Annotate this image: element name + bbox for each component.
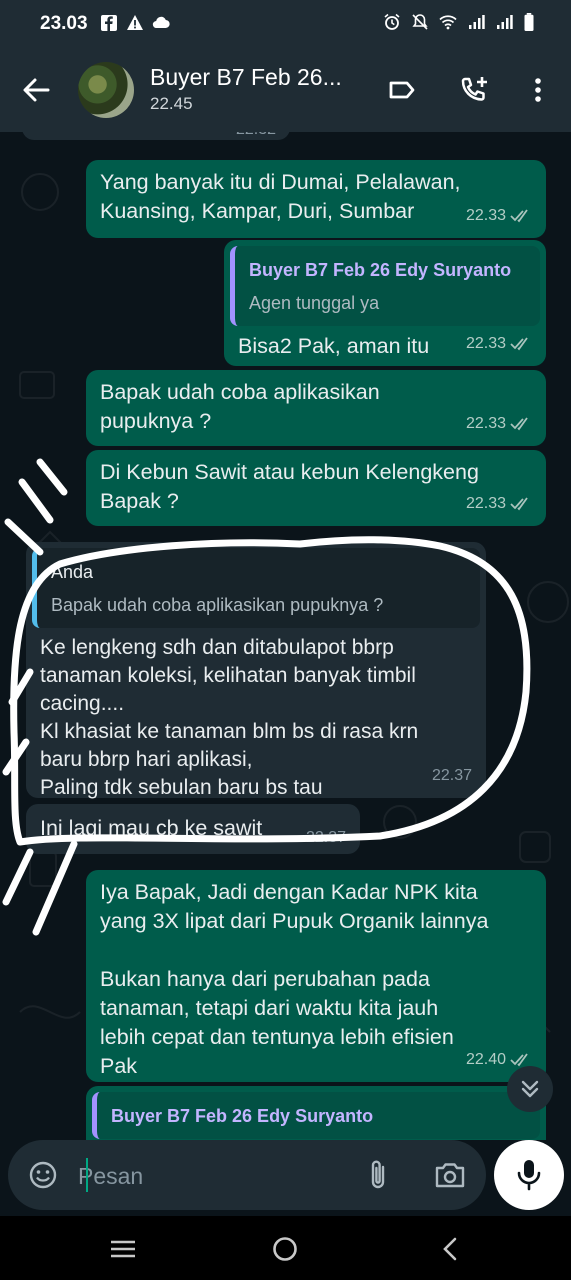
back-nav-icon[interactable] xyxy=(436,1234,466,1264)
recent-apps-icon[interactable] xyxy=(108,1234,138,1264)
double-check-icon xyxy=(510,496,528,510)
message-bubble[interactable]: Buyer B7 Feb 26 Edy Suryanto Agen tungga… xyxy=(224,240,546,366)
double-chevron-down-icon xyxy=(521,1080,539,1098)
message-time: 22.33 xyxy=(465,415,506,432)
chat-subtitle[interactable]: 22.45 xyxy=(150,94,193,114)
status-bar: 23.03 xyxy=(0,0,571,48)
composer-bar xyxy=(0,1140,571,1216)
quoted-text: Agen tunggal ya xyxy=(249,293,380,313)
warning-icon xyxy=(127,15,143,30)
camera-icon[interactable] xyxy=(434,1160,466,1190)
message-bubble[interactable]: Buyer B7 Feb 26 Edy Suryanto xyxy=(86,1086,546,1140)
message-bubble[interactable]: Di Kebun Sawit atau kebun Kelengkeng Bap… xyxy=(86,450,546,526)
message-time: 22.37 xyxy=(305,829,346,846)
message-input[interactable] xyxy=(78,1160,338,1192)
message-bubble[interactable]: Anda Bapak udah coba aplikasikan pupukny… xyxy=(26,542,486,799)
message-bubble[interactable]: Yang banyak itu di Dumai, Pelalawan, Kua… xyxy=(86,160,546,238)
message-time: 22.33 xyxy=(465,335,506,352)
text-caret xyxy=(86,1158,88,1192)
message-time: 22.33 xyxy=(465,207,506,224)
label-icon[interactable] xyxy=(386,74,418,106)
message-time: 22.40 xyxy=(465,1051,506,1068)
avatar[interactable] xyxy=(78,62,134,118)
mic-icon xyxy=(517,1160,541,1191)
quoted-message[interactable]: Anda Bapak udah coba aplikasikan pupukny… xyxy=(32,548,480,628)
quoted-message[interactable]: Buyer B7 Feb 26 Edy Suryanto xyxy=(92,1092,540,1139)
attach-icon[interactable] xyxy=(366,1158,390,1192)
message-time: 22.37 xyxy=(431,767,472,784)
message-bubble[interactable]: Iya Bapak, Jadi dengan Kadar NPK kita ya… xyxy=(86,870,546,1082)
message-input-container[interactable] xyxy=(8,1140,486,1210)
quoted-author: Buyer B7 Feb 26 Edy Suryanto xyxy=(111,1106,374,1126)
scroll-to-bottom-button[interactable] xyxy=(507,1066,553,1112)
message-time: 22.32 xyxy=(236,132,276,144)
chat-title[interactable]: Buyer B7 Feb 26... xyxy=(150,64,365,91)
quoted-message[interactable]: Buyer B7 Feb 26 Edy Suryanto Agen tungga… xyxy=(230,246,540,326)
message-time: 22.33 xyxy=(465,495,506,512)
status-time: 23.03 xyxy=(40,13,88,34)
facebook-icon xyxy=(101,15,117,31)
battery-icon xyxy=(524,13,534,31)
message-bubble[interactable]: Ini lagi mau cb ke sawit 22.37 xyxy=(26,804,360,854)
double-check-icon xyxy=(510,1052,528,1066)
chat-header: Buyer B7 Feb 26... 22.45 xyxy=(0,48,571,132)
home-icon[interactable] xyxy=(270,1234,300,1264)
back-arrow-icon[interactable] xyxy=(18,72,54,108)
message-bubble[interactable]: 22.32 xyxy=(22,132,290,140)
message-text: Ke lengkeng sdh dan ditabulapot bbrp tan… xyxy=(40,636,419,799)
message-list[interactable]: 22.32 Yang banyak itu di Dumai, Pelalawa… xyxy=(0,132,571,1140)
double-check-icon xyxy=(510,416,528,430)
system-nav-bar xyxy=(0,1216,571,1280)
wifi-icon xyxy=(439,15,457,30)
quoted-author: Buyer B7 Feb 26 Edy Suryanto xyxy=(249,260,512,280)
cloud-icon xyxy=(152,16,170,29)
quoted-author: Anda xyxy=(51,562,94,582)
add-call-icon[interactable] xyxy=(458,74,490,106)
emoji-icon[interactable] xyxy=(28,1160,58,1190)
quoted-text: Bapak udah coba aplikasikan pupuknya ? xyxy=(51,595,384,615)
signal-icon xyxy=(469,15,485,29)
message-text: Ini lagi mau cb ke sawit xyxy=(40,816,263,840)
alarm-icon xyxy=(384,13,400,30)
voice-message-button[interactable] xyxy=(494,1140,564,1210)
more-vert-icon[interactable] xyxy=(522,74,554,106)
double-check-icon xyxy=(510,208,528,222)
double-check-icon xyxy=(510,336,528,350)
signal-icon xyxy=(497,15,513,29)
message-bubble[interactable]: Bapak udah coba aplikasikan pupuknya ? 2… xyxy=(86,370,546,446)
mute-bell-icon xyxy=(412,14,428,30)
